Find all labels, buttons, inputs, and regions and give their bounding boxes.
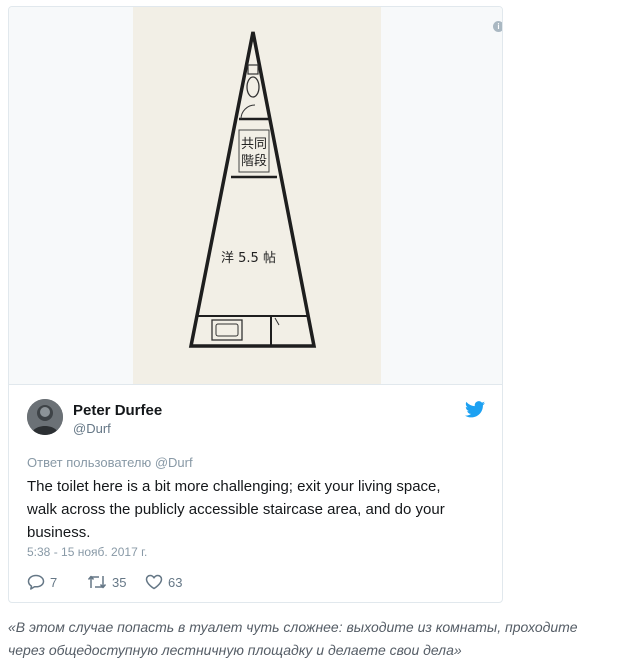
tweet-text-line2: walk across the publicly accessible stai… xyxy=(27,501,445,518)
divider xyxy=(9,384,502,385)
avatar[interactable] xyxy=(27,399,63,435)
stair-label-line1: 共同 xyxy=(240,137,267,152)
reply-count: 7 xyxy=(50,574,58,590)
reply-icon xyxy=(27,574,45,590)
info-icon[interactable]: i xyxy=(493,21,502,32)
stair-label: 共同 階段 xyxy=(240,136,268,170)
caption-line1: «В этом случае попасть в туалет чуть сло… xyxy=(8,619,578,635)
retweet-count: 35 xyxy=(112,574,127,590)
like-button[interactable]: 63 xyxy=(145,573,182,591)
floor-plan-walls xyxy=(188,31,317,348)
tweet-text-line1: The toilet here is a bit more challengin… xyxy=(27,478,441,495)
like-icon xyxy=(145,574,163,590)
room-size-label: 洋 5.5 帖 xyxy=(221,251,276,266)
tweet-timestamp[interactable]: 5:38 - 15 нояб. 2017 г. xyxy=(27,545,147,559)
like-count: 63 xyxy=(168,574,183,590)
tweet-text-line3: business. xyxy=(27,524,91,541)
retweet-icon xyxy=(87,575,107,589)
twitter-bird-icon[interactable] xyxy=(465,401,485,418)
reply-button[interactable]: 7 xyxy=(27,573,57,591)
reply-to-label[interactable]: Ответ пользователю @Durf xyxy=(27,455,193,470)
embedded-tweet-card: 共同 階段 洋 5.5 帖 i Peter Durfee @Durf Ответ… xyxy=(8,6,503,603)
tweet-text: The toilet here is a bit more challengin… xyxy=(27,475,487,544)
translation-caption: «В этом случае попасть в туалет чуть сло… xyxy=(8,616,636,662)
toilet-symbol xyxy=(246,76,260,98)
retweet-button[interactable]: 35 xyxy=(87,573,126,591)
stair-label-line2: 階段 xyxy=(240,154,267,169)
caption-line2: через общедоступную лестничную площадку … xyxy=(8,642,462,658)
floor-plan-drawing xyxy=(188,31,317,348)
tweet-media[interactable]: 共同 階段 洋 5.5 帖 i xyxy=(9,7,502,384)
author-name[interactable]: Peter Durfee xyxy=(73,402,162,419)
author-handle[interactable]: @Durf xyxy=(73,421,111,436)
